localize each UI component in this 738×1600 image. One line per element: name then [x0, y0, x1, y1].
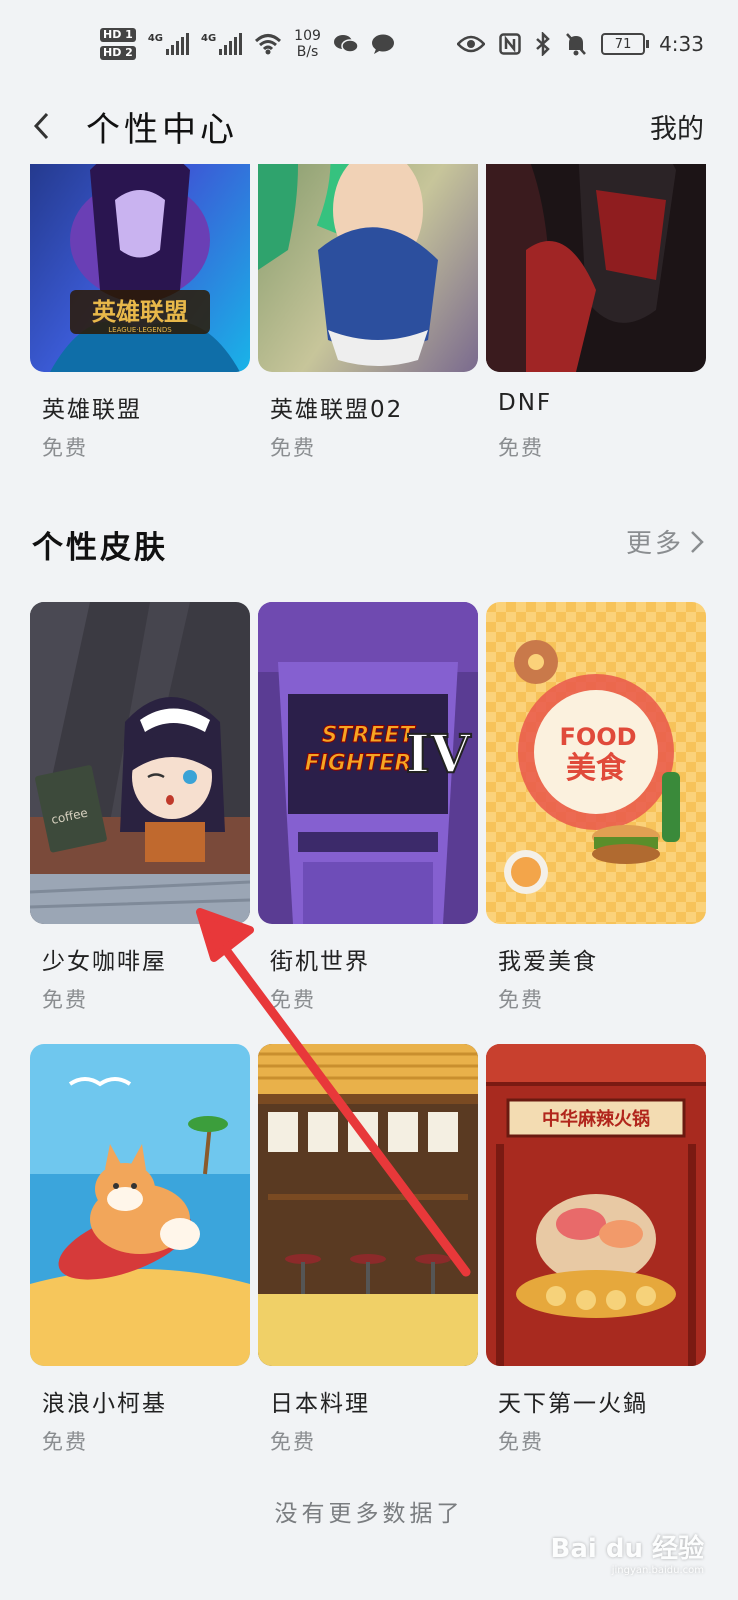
theme-card-dnf[interactable]: DNF 免费 [486, 164, 706, 462]
watermark-url: jingyan.baidu.com [611, 1565, 704, 1576]
theme-price: 免费 [42, 436, 88, 460]
content-scroll[interactable]: 英雄联盟 LEAGUE·LEGENDS 英雄联盟 免费 英雄联盟02 免费 DN… [0, 164, 738, 1600]
watermark-brand: Bai du 经验 [550, 1534, 705, 1564]
hd-indicator: HD 1 HD 2 [100, 28, 136, 60]
theme-price: 免费 [270, 436, 316, 460]
status-bar: HD 1 HD 2 4G 4G 109 B/s 71 4:33 [0, 0, 738, 88]
thumbnail-japanese [258, 1044, 478, 1366]
thumbnail-lol: 英雄联盟 LEAGUE·LEGENDS [30, 164, 250, 372]
theme-name: 英雄联盟 [42, 397, 142, 423]
thumbnail-food: FOOD 美食 [486, 602, 706, 924]
mute-bell-icon [566, 33, 587, 56]
wechat-icon [333, 35, 359, 53]
mine-link[interactable]: 我的 [650, 107, 704, 146]
message-icon [371, 34, 394, 54]
thumbnail-coffee: coffee [30, 602, 250, 924]
skin-price: 免费 [270, 988, 316, 1012]
page-title: 个性中心 [86, 109, 238, 150]
skin-price: 免费 [498, 1430, 544, 1454]
more-link[interactable]: 更多 [626, 523, 704, 560]
skin-name: 浪浪小柯基 [42, 1391, 167, 1417]
nfc-icon [499, 33, 521, 55]
skin-name: 少女咖啡屋 [42, 949, 167, 975]
no-more-data-text: 没有更多数据了 [274, 1501, 464, 1527]
theme-card-lol02[interactable]: 英雄联盟02 免费 [258, 164, 478, 462]
theme-name: 英雄联盟02 [270, 397, 404, 423]
skin-card-arcade[interactable]: STREET FIGHTER IV 街机世界 免费 [258, 602, 478, 1014]
skin-price: 免费 [42, 988, 88, 1012]
skin-name: 天下第一火鍋 [498, 1391, 648, 1417]
skin-card-hotpot[interactable]: 中华麻辣火锅 天下第一火鍋 免费 [486, 1044, 706, 1456]
signal-icon-2: 4G [201, 33, 243, 55]
net1-label: 4G [147, 33, 163, 44]
clock: 4:33 [659, 32, 704, 56]
chevron-right-icon [691, 530, 704, 553]
baidu-watermark: Bai du 经验 jingyan.baidu.com [551, 1528, 705, 1576]
eye-icon [457, 35, 486, 53]
skin-price: 免费 [498, 988, 544, 1012]
thumbnail-lol02 [258, 164, 478, 372]
lol-logo-text: 英雄联盟 [92, 298, 188, 326]
battery-icon: 71 [601, 33, 650, 55]
skin-card-corgi[interactable]: 浪浪小柯基 免费 [30, 1044, 250, 1456]
theme-row-top: 英雄联盟 LEAGUE·LEGENDS 英雄联盟 免费 英雄联盟02 免费 DN… [30, 164, 708, 462]
theme-card-lol[interactable]: 英雄联盟 LEAGUE·LEGENDS 英雄联盟 免费 [30, 164, 250, 462]
skin-name: 日本料理 [270, 1391, 370, 1417]
net2-label: 4G [201, 33, 217, 44]
page-header: 个性中心 我的 [0, 88, 738, 164]
lol-sub-text: LEAGUE·LEGENDS [108, 326, 172, 334]
skin-name: 我爱美食 [498, 949, 598, 975]
bluetooth-icon [536, 32, 550, 56]
hd1-label: HD 1 [100, 28, 136, 42]
food-text: FOOD [559, 723, 636, 751]
section-title: 个性皮肤 [32, 530, 168, 566]
back-button[interactable] [26, 111, 56, 141]
food-cn-text: 美食 [566, 751, 627, 786]
wifi-icon [255, 34, 282, 55]
skin-name: 街机世界 [270, 949, 370, 975]
thumbnail-dnf [486, 164, 706, 372]
chevron-left-icon [33, 112, 49, 140]
fighter-text: FIGHTER [305, 751, 412, 776]
four-text: IV [406, 724, 472, 785]
street-text: STREET [322, 723, 417, 748]
hotpot-sign-text: 中华麻辣火锅 [542, 1108, 650, 1130]
skin-card-japanese[interactable]: 日本料理 免费 [258, 1044, 478, 1456]
skin-price: 免费 [42, 1430, 88, 1454]
hd2-label: HD 2 [100, 46, 136, 60]
thumbnail-arcade: STREET FIGHTER IV [258, 602, 478, 924]
network-speed: 109 B/s [294, 28, 321, 60]
signal-icon-1: 4G [148, 33, 189, 55]
thumbnail-corgi [30, 1044, 250, 1366]
theme-price: 免费 [498, 436, 544, 460]
skin-card-coffee[interactable]: coffee 少女咖啡屋 免费 [30, 602, 250, 1014]
theme-name: DNF [498, 390, 553, 416]
skin-card-food[interactable]: FOOD 美食 我爱美食 免费 [486, 602, 706, 1014]
skin-row-2: 浪浪小柯基 免费 日本料理 免费 中华麻辣火锅 天下第一火鍋 免费 [30, 1044, 708, 1456]
skin-price: 免费 [270, 1430, 316, 1454]
skin-row-1: coffee 少女咖啡屋 免费 STREET FIGHTER IV 街机世界 免… [30, 602, 708, 1014]
more-label: 更多 [625, 529, 684, 559]
thumbnail-hotpot: 中华麻辣火锅 [486, 1044, 706, 1366]
